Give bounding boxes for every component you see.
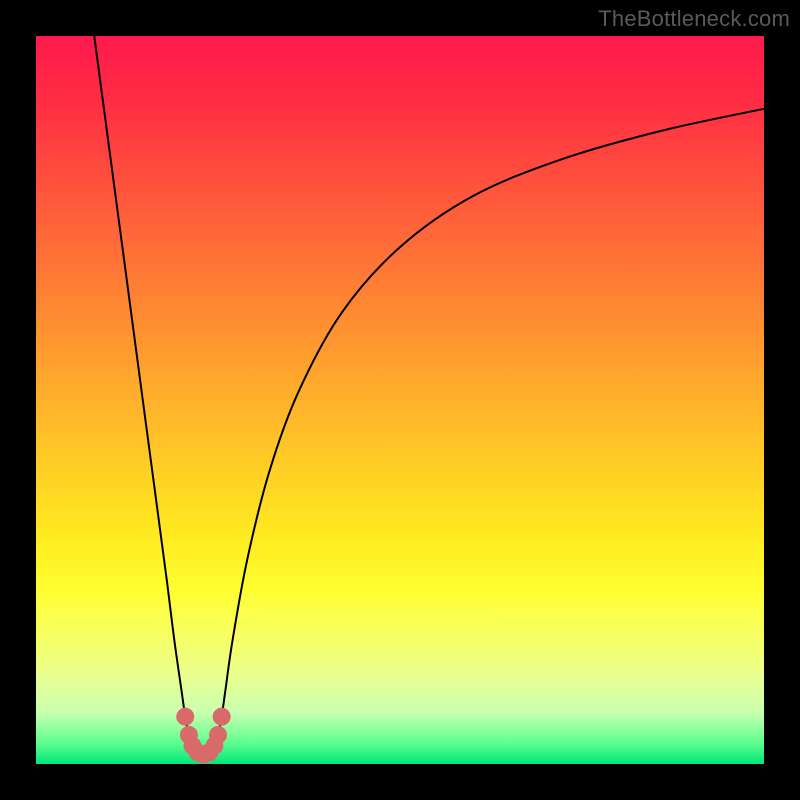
curve-right-branch xyxy=(214,109,764,746)
watermark-text: TheBottleneck.com xyxy=(598,6,790,32)
curve-left-branch xyxy=(94,36,192,746)
bottleneck-markers xyxy=(176,708,230,764)
chart-svg xyxy=(36,36,764,764)
bottleneck-marker xyxy=(209,726,227,744)
bottleneck-marker xyxy=(213,708,231,726)
chart-plot-area xyxy=(36,36,764,764)
bottleneck-marker xyxy=(176,708,194,726)
